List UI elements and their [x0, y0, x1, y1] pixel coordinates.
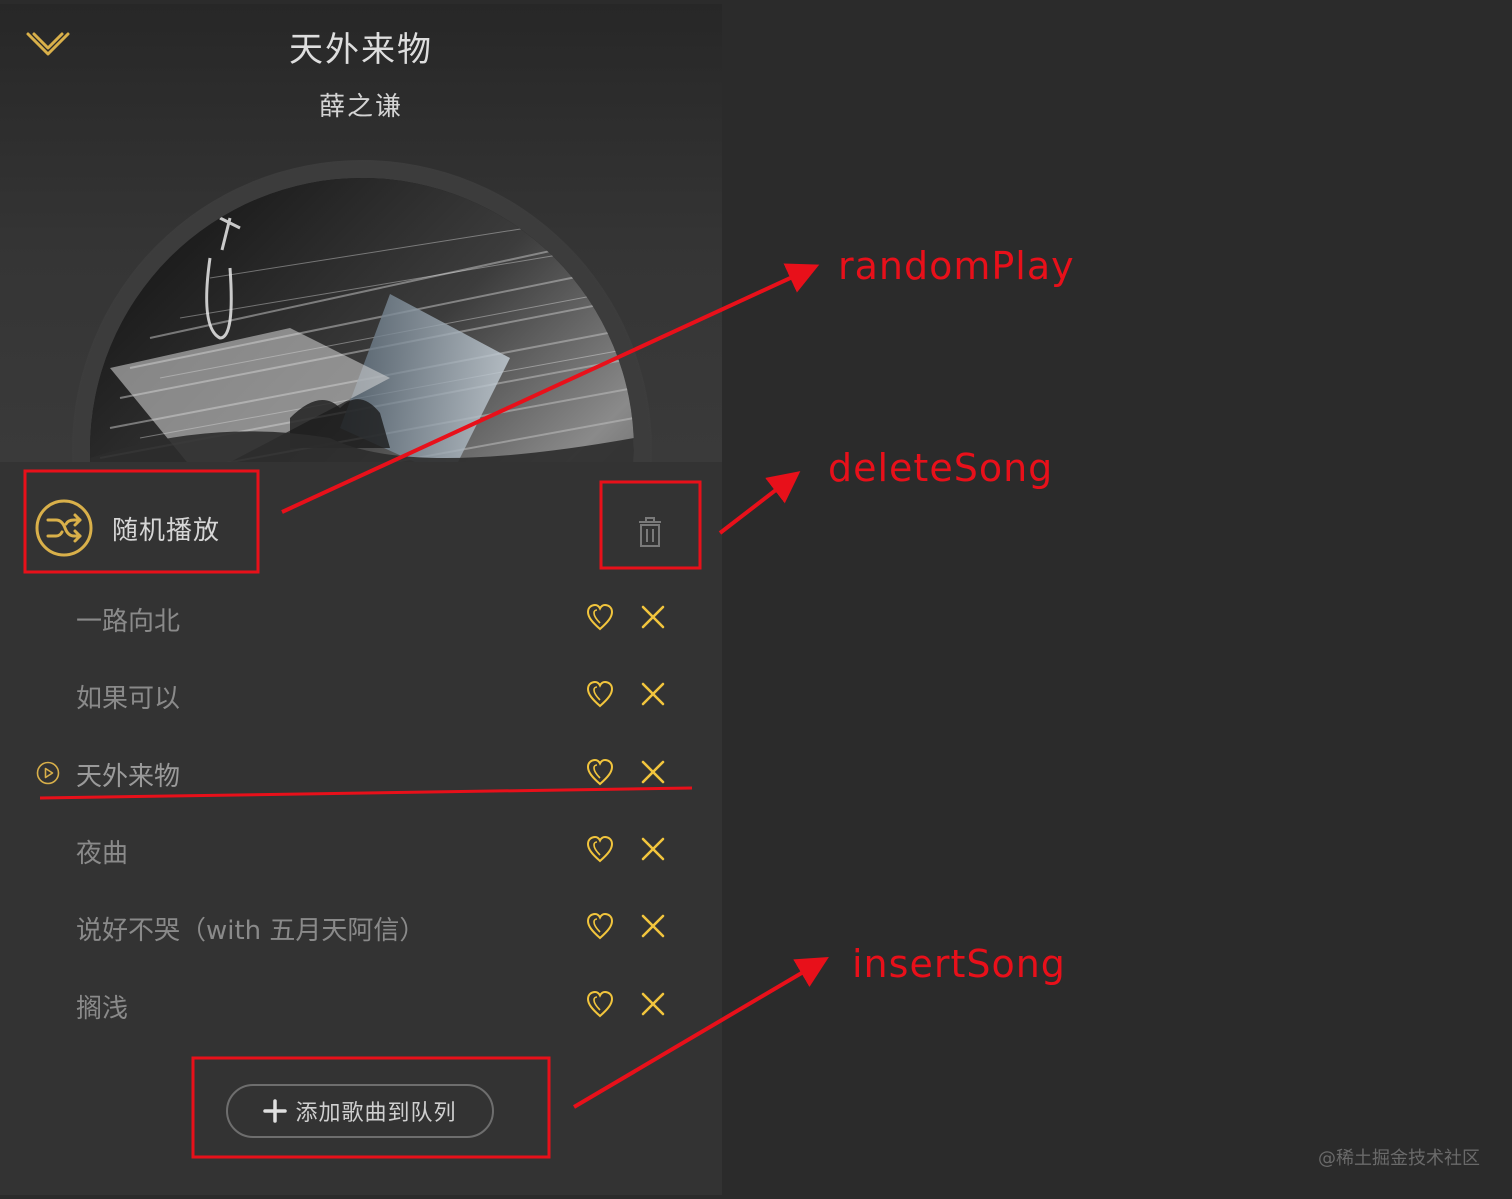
- favorite-button[interactable]: [586, 911, 614, 941]
- add-to-queue-button[interactable]: 添加歌曲到队列: [226, 1084, 494, 1138]
- remove-song-button[interactable]: [640, 681, 666, 707]
- shuffle-icon: [34, 498, 94, 558]
- remove-song-button[interactable]: [640, 991, 666, 1017]
- song-name: 如果可以: [76, 684, 181, 714]
- album-cover: [90, 178, 634, 464]
- close-icon: [641, 992, 665, 1016]
- song-name: 天外来物: [76, 762, 181, 792]
- playlist-sheet: 随机播放 一路向北如果可以天外来物夜曲说好不哭（with 五月天阿信） 搁浅 添加…: [0, 462, 722, 1195]
- heart-icon: [586, 990, 614, 1018]
- remove-song-button[interactable]: [640, 836, 666, 862]
- heart-icon: [586, 912, 614, 940]
- song-title: 天外来物: [289, 30, 433, 70]
- annotation-random-play: randomPlay: [838, 244, 1075, 288]
- heart-icon: [586, 603, 614, 631]
- playlist-row[interactable]: 夜曲: [0, 820, 722, 880]
- heart-icon: [586, 680, 614, 708]
- song-name: 一路向北: [76, 607, 181, 637]
- favorite-button[interactable]: [586, 602, 614, 632]
- player-header: 天外来物 薛之谦: [0, 4, 722, 464]
- playlist-row[interactable]: 如果可以: [0, 665, 722, 725]
- playlist-row[interactable]: 说好不哭（with 五月天阿信）: [0, 897, 722, 957]
- annotation-delete-song: deleteSong: [828, 446, 1054, 490]
- plus-icon: [263, 1099, 288, 1123]
- arrow-delete-song: [718, 471, 801, 535]
- close-icon: [641, 837, 665, 861]
- favorite-button[interactable]: [586, 834, 614, 864]
- remove-song-button[interactable]: [640, 604, 666, 630]
- play-circle-icon: [36, 761, 60, 785]
- playlist-row[interactable]: 天外来物: [0, 743, 722, 803]
- watermark: @稀土掘金技术社区: [1318, 1148, 1480, 1169]
- screenshot-canvas: 天外来物 薛之谦 随机播放 一路向北 如果可以 天外来物 夜曲 说好不哭（wit…: [0, 0, 1512, 1199]
- song-name: 说好不哭（with 五月天阿信）: [76, 916, 426, 946]
- artist-name: 薛之谦: [318, 92, 403, 122]
- random-play-label: 随机播放: [112, 515, 221, 546]
- annotation-insert-song: insertSong: [852, 942, 1066, 986]
- add-to-queue-label: 添加歌曲到队列: [295, 1101, 457, 1126]
- delete-all-button[interactable]: [636, 516, 664, 548]
- trash-icon: [639, 517, 661, 547]
- close-icon: [641, 914, 665, 938]
- remove-song-button[interactable]: [640, 759, 666, 785]
- favorite-button[interactable]: [586, 679, 614, 709]
- close-icon: [641, 682, 665, 706]
- playlist-row[interactable]: 一路向北: [0, 588, 722, 648]
- remove-song-button[interactable]: [640, 913, 666, 939]
- song-name: 搁浅: [76, 994, 129, 1024]
- random-play-button[interactable]: 随机播放: [34, 498, 220, 558]
- close-icon: [641, 760, 665, 784]
- playlist-row[interactable]: 搁浅: [0, 975, 722, 1035]
- heart-icon: [586, 835, 614, 863]
- heart-icon: [586, 758, 614, 786]
- close-icon: [641, 605, 665, 629]
- favorite-button[interactable]: [586, 989, 614, 1019]
- player-panel: 天外来物 薛之谦 随机播放 一路向北 如果可以 天外来物 夜曲 说好不哭（wit…: [0, 4, 722, 1195]
- favorite-button[interactable]: [586, 757, 614, 787]
- song-name: 夜曲: [76, 839, 129, 869]
